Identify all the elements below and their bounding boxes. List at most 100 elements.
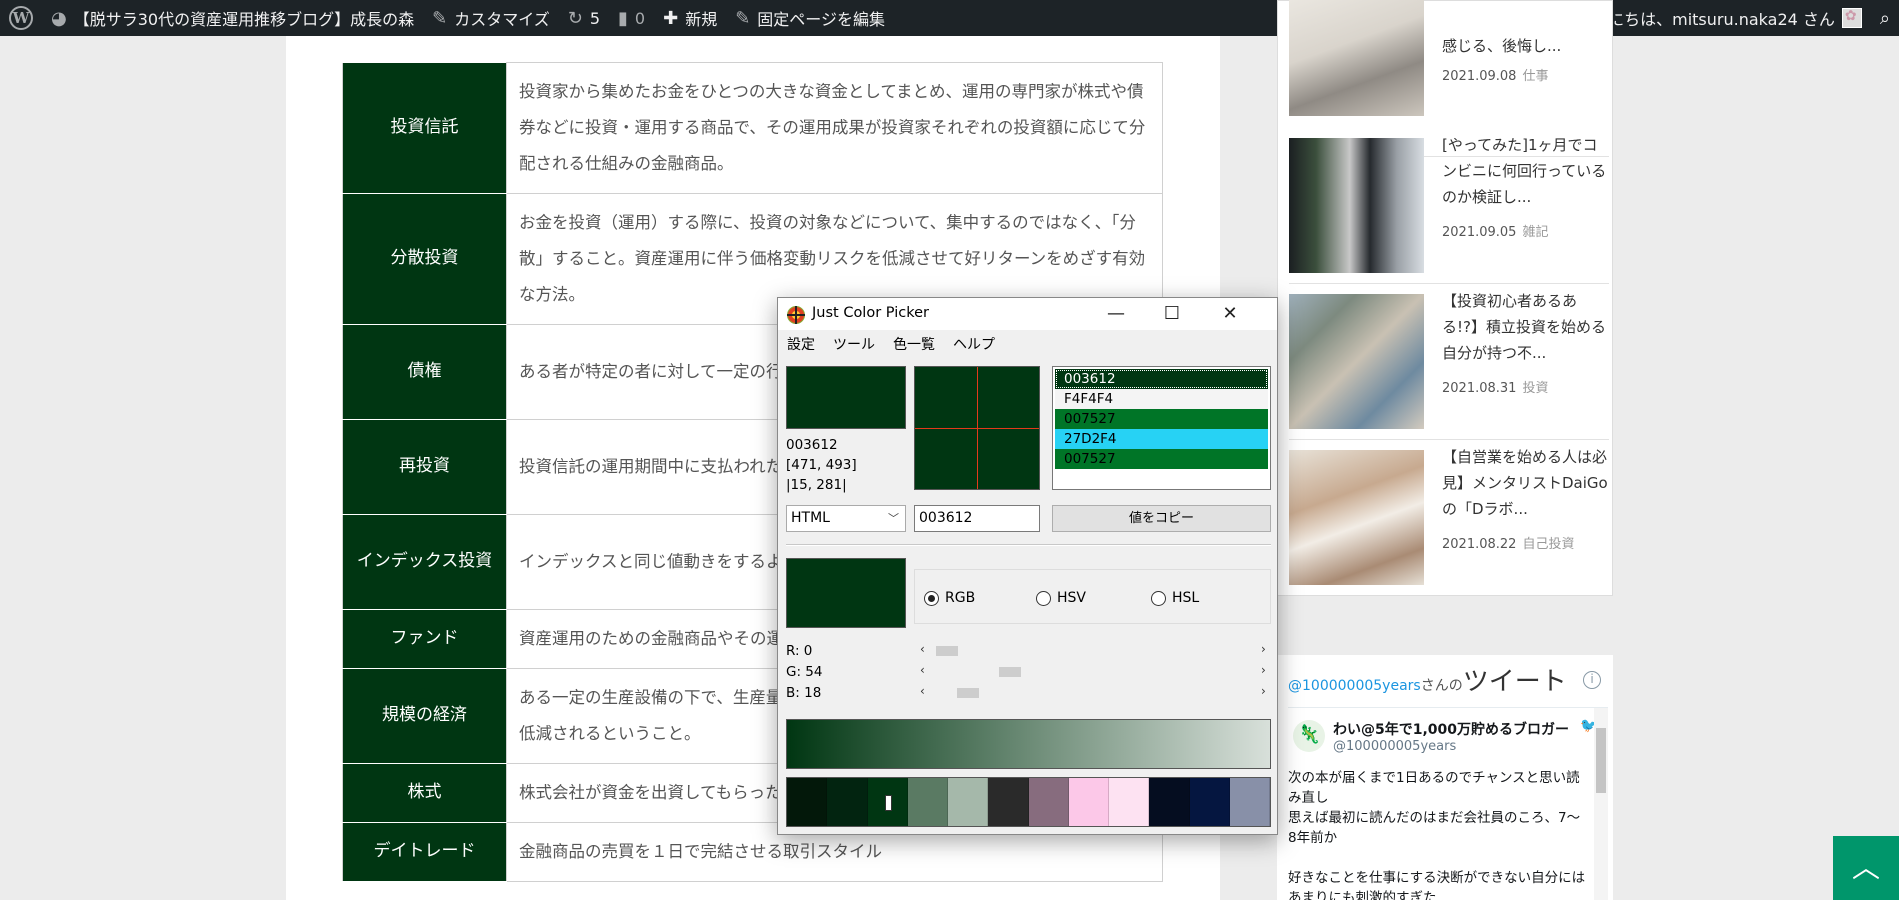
post-title[interactable]: 感じる、後悔し... bbox=[1442, 33, 1612, 59]
history-item[interactable]: 27D2F4 bbox=[1055, 429, 1268, 449]
hex-input[interactable]: 003612 bbox=[914, 505, 1040, 532]
post-thumbnail[interactable] bbox=[1289, 138, 1424, 273]
chevron-left-icon[interactable]: ‹ bbox=[920, 642, 925, 656]
slider-knob[interactable] bbox=[957, 688, 979, 698]
scroll-to-top-button[interactable]: ︿ bbox=[1833, 836, 1899, 900]
readout-window-coords: |15, 281| bbox=[786, 477, 847, 493]
site-name-link[interactable]: ◕ 【脱サラ30代の資産運用推移ブログ】成長の森 bbox=[42, 0, 423, 36]
term-cell: 分散投資 bbox=[342, 193, 507, 325]
chevron-left-icon[interactable]: ‹ bbox=[920, 663, 925, 677]
palette-swatch[interactable] bbox=[907, 778, 948, 826]
maximize-button[interactable]: ☐ bbox=[1149, 298, 1195, 330]
copy-value-button[interactable]: 値をコピー bbox=[1052, 505, 1271, 532]
history-item[interactable]: 003612 bbox=[1055, 369, 1268, 389]
post-thumbnail[interactable] bbox=[1289, 294, 1424, 429]
slider-knob[interactable] bbox=[936, 646, 958, 656]
palette-swatch[interactable] bbox=[988, 778, 1029, 826]
site-name: 【脱サラ30代の資産運用推移ブログ】成長の森 bbox=[73, 10, 415, 29]
timeline-header: @100000005yearsさんのツイート bbox=[1288, 661, 1567, 698]
mode-radio-hsl[interactable]: HSL bbox=[1151, 590, 1199, 606]
window-titlebar[interactable]: Just Color Picker — ☐ ✕ bbox=[778, 298, 1277, 330]
chevron-right-icon[interactable]: › bbox=[1261, 684, 1266, 698]
term-cell: ファンド bbox=[342, 609, 507, 669]
mode-label: HSV bbox=[1057, 590, 1086, 606]
brush-icon: ✎ bbox=[432, 7, 448, 29]
post-card[interactable]: [やってみた]1ヶ月でコンビニに何回行っているのか検証し... 2021.09.… bbox=[1289, 128, 1609, 284]
tweet-text: 次の本が届くまで1日あるのでチャンスと思い読み直し 思えば最初に読んだのはまだ会… bbox=[1288, 770, 1586, 900]
history-item[interactable]: F4F4F4 bbox=[1055, 389, 1268, 409]
post-thumbnail[interactable] bbox=[1289, 450, 1424, 585]
scrollbar-thumb[interactable] bbox=[1596, 728, 1606, 793]
tweet-author-name[interactable]: わい@5年で1,000万貯めるブロガー bbox=[1333, 719, 1569, 739]
palette-swatch[interactable] bbox=[948, 778, 989, 826]
post-category[interactable]: 投資 bbox=[1522, 381, 1548, 396]
post-category[interactable]: 雑記 bbox=[1522, 225, 1548, 240]
post-date: 2021.08.31 bbox=[1442, 381, 1517, 396]
menu-settings[interactable]: 設定 bbox=[778, 331, 824, 355]
minimize-button[interactable]: — bbox=[1093, 298, 1139, 330]
palette-swatch[interactable] bbox=[1068, 778, 1109, 826]
post-title[interactable]: [やってみた]1ヶ月でコンビニに何回行っているのか検証し... bbox=[1442, 132, 1612, 210]
pencil-icon: ✎ bbox=[735, 7, 751, 29]
customize-link[interactable]: ✎ カスタマイズ bbox=[423, 0, 559, 36]
palette-swatch[interactable] bbox=[1109, 778, 1150, 826]
mode-radio-rgb[interactable]: RGB bbox=[924, 590, 975, 606]
edit-page-link[interactable]: ✎ 固定ページを編集 bbox=[726, 0, 894, 36]
close-button[interactable]: ✕ bbox=[1207, 298, 1253, 330]
tweet-scrollbar[interactable] bbox=[1594, 708, 1608, 900]
recent-posts-widget: 感じる、後悔し... 2021.09.08 仕事 [やってみた]1ヶ月でコンビニに… bbox=[1277, 0, 1613, 596]
admin-search-button[interactable]: ⌕ bbox=[1871, 0, 1899, 36]
chevron-left-icon[interactable]: ‹ bbox=[920, 684, 925, 698]
color-readout: 003612 [471, 493] |15, 281| bbox=[786, 435, 857, 495]
green-slider[interactable]: ‹ › bbox=[920, 663, 1271, 679]
term-cell: 投資信託 bbox=[342, 62, 507, 194]
new-content-link[interactable]: ✚ 新規 bbox=[654, 0, 726, 36]
tweet-author-handle[interactable]: @100000005years bbox=[1333, 739, 1456, 754]
updates-link[interactable]: ↻ 5 bbox=[559, 0, 609, 36]
info-icon[interactable]: i bbox=[1583, 671, 1601, 689]
post-category[interactable]: 自己投資 bbox=[1522, 537, 1574, 552]
post-meta: 2021.08.22 自己投資 bbox=[1442, 533, 1574, 552]
history-item[interactable]: 007527 bbox=[1055, 409, 1268, 429]
post-thumbnail[interactable] bbox=[1289, 0, 1424, 116]
color-history-list[interactable]: 003612 F4F4F4 007527 27D2F4 007527 bbox=[1052, 366, 1271, 490]
timeline-handle-link[interactable]: @100000005years bbox=[1288, 678, 1421, 694]
shade-gradient-bar[interactable] bbox=[786, 719, 1271, 769]
tweet-avatar[interactable] bbox=[1293, 720, 1325, 752]
plus-icon: ✚ bbox=[663, 7, 679, 29]
comments-link[interactable]: ▮ 0 bbox=[609, 0, 654, 36]
post-category[interactable]: 仕事 bbox=[1522, 69, 1548, 84]
palette-swatch[interactable] bbox=[1189, 778, 1230, 826]
menu-color-list[interactable]: 色一覧 bbox=[884, 331, 944, 355]
red-slider[interactable]: ‹ › bbox=[920, 642, 1271, 658]
history-item[interactable]: 007527 bbox=[1055, 449, 1268, 469]
menu-help[interactable]: ヘルプ bbox=[944, 331, 1004, 355]
post-title[interactable]: 【投資初心者あるある!?】積立投資を始める自分が持つ不... bbox=[1442, 288, 1612, 366]
term-cell: 規模の経済 bbox=[342, 668, 507, 764]
slider-knob[interactable] bbox=[999, 667, 1021, 677]
palette-swatch[interactable] bbox=[827, 778, 868, 826]
chevron-right-icon[interactable]: › bbox=[1261, 642, 1266, 656]
timeline-heading: ツイート bbox=[1462, 667, 1567, 697]
term-cell: 株式 bbox=[342, 763, 507, 823]
format-select[interactable]: HTML ﹀ bbox=[786, 505, 906, 532]
menu-tools[interactable]: ツール bbox=[824, 331, 884, 355]
post-card[interactable]: 【自営業を始める人は必見】メンタリストDaiGoの「Dラボ... 2021.08… bbox=[1289, 440, 1609, 596]
mode-label: HSL bbox=[1172, 590, 1200, 606]
comment-icon: ▮ bbox=[618, 7, 628, 29]
palette-swatch[interactable] bbox=[787, 778, 828, 826]
post-card[interactable]: 【投資初心者あるある!?】積立投資を始める自分が持つ不... 2021.08.3… bbox=[1289, 284, 1609, 440]
minimize-icon: — bbox=[1107, 303, 1125, 324]
magnifier-view bbox=[914, 366, 1040, 490]
palette-swatch[interactable] bbox=[1149, 778, 1190, 826]
tweet[interactable]: わい@5年で1,000万貯めるブロガー @100000005years 🐦 次の… bbox=[1288, 707, 1608, 900]
mode-radio-hsv[interactable]: HSV bbox=[1036, 590, 1086, 606]
post-title[interactable]: 【自営業を始める人は必見】メンタリストDaiGoの「Dラボ... bbox=[1442, 444, 1612, 522]
color-palette[interactable] bbox=[786, 777, 1271, 827]
palette-swatch[interactable] bbox=[1229, 778, 1270, 826]
palette-swatch[interactable] bbox=[867, 778, 908, 826]
wordpress-menu[interactable]: W bbox=[0, 0, 42, 36]
palette-swatch[interactable] bbox=[1028, 778, 1069, 826]
chevron-right-icon[interactable]: › bbox=[1261, 663, 1266, 677]
blue-slider[interactable]: ‹ › bbox=[920, 684, 1271, 700]
